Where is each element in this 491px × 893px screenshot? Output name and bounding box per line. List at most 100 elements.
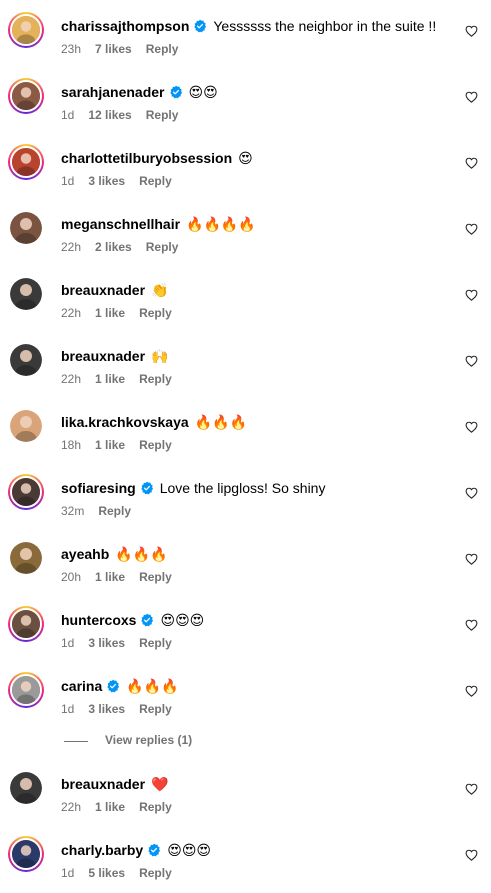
avatar[interactable] <box>8 12 44 48</box>
reply-button[interactable]: Reply <box>139 866 172 880</box>
avatar[interactable] <box>8 836 44 872</box>
reply-button[interactable]: Reply <box>139 174 172 188</box>
comment-text: 😍😍😍 <box>160 612 205 628</box>
like-heart-icon[interactable] <box>465 783 478 795</box>
avatar[interactable] <box>10 344 42 376</box>
like-heart-icon[interactable] <box>465 619 478 631</box>
comment-text: 👏 <box>151 282 169 298</box>
comment-timestamp: 20h <box>61 570 82 584</box>
comment-meta: 22h 1 like Reply <box>61 305 186 321</box>
reply-button[interactable]: Reply <box>146 240 179 254</box>
comment-meta: 22h 1 like Reply <box>61 371 186 387</box>
like-heart-icon[interactable] <box>465 849 478 861</box>
like-heart-icon[interactable] <box>465 157 478 169</box>
username-link[interactable]: breauxnader <box>61 774 145 794</box>
comment-row: charlottetilburyobsession 😍 1d 3 likes Reply <box>0 132 491 198</box>
like-heart-icon[interactable] <box>465 487 478 499</box>
username-link[interactable]: lika.krachkovskaya <box>61 412 189 432</box>
comment-meta: 1d 3 likes Reply <box>61 635 186 651</box>
avatar[interactable] <box>10 542 42 574</box>
likes-count[interactable]: 5 likes <box>88 866 125 880</box>
view-replies-row[interactable]: View replies (1) <box>0 726 491 758</box>
avatar[interactable] <box>10 410 42 442</box>
like-heart-icon[interactable] <box>465 223 478 235</box>
reply-button[interactable]: Reply <box>139 438 172 452</box>
likes-count[interactable]: 12 likes <box>88 108 131 122</box>
verified-badge-icon <box>169 85 183 99</box>
likes-count[interactable]: 3 likes <box>88 702 125 716</box>
likes-count[interactable]: 3 likes <box>88 636 125 650</box>
username-link[interactable]: charly.barby <box>61 840 143 860</box>
username-link[interactable]: charlottetilburyobsession <box>61 148 232 168</box>
reply-button[interactable]: Reply <box>98 504 131 518</box>
comment-body: lika.krachkovskaya 🔥🔥🔥 <box>61 412 247 432</box>
comment-timestamp: 32m <box>61 504 85 518</box>
comment-timestamp: 22h <box>61 800 82 814</box>
avatar[interactable] <box>8 144 44 180</box>
avatar[interactable] <box>8 672 44 708</box>
comment-text: ❤️ <box>151 776 169 792</box>
comment-text: 🔥🔥🔥 <box>194 414 247 430</box>
username-link[interactable]: charissajthompson <box>61 16 189 36</box>
comment-row: breauxnader 🙌 22h 1 like Reply <box>0 330 491 396</box>
comment-text: 😍😍 <box>188 84 218 100</box>
likes-count[interactable]: 1 like <box>95 306 125 320</box>
avatar[interactable] <box>10 772 42 804</box>
avatar[interactable] <box>10 212 42 244</box>
comment-meta: 32m Reply <box>61 503 145 519</box>
likes-count[interactable]: 1 like <box>95 800 125 814</box>
likes-count[interactable]: 2 likes <box>95 240 132 254</box>
avatar[interactable] <box>8 474 44 510</box>
like-heart-icon[interactable] <box>465 91 478 103</box>
like-heart-icon[interactable] <box>465 553 478 565</box>
username-link[interactable]: breauxnader <box>61 280 145 300</box>
username-link[interactable]: ayeahb <box>61 544 109 564</box>
likes-count[interactable]: 3 likes <box>88 174 125 188</box>
avatar[interactable] <box>8 78 44 114</box>
reply-button[interactable]: Reply <box>139 306 172 320</box>
reply-button[interactable]: Reply <box>139 800 172 814</box>
username-link[interactable]: breauxnader <box>61 346 145 366</box>
comment-text: Yessssss the neighbor in the suite !! <box>213 18 437 34</box>
reply-button[interactable]: Reply <box>139 702 172 716</box>
avatar-image <box>10 476 42 508</box>
comment-row: huntercoxs 😍😍😍 1d 3 likes Reply <box>0 594 491 660</box>
verified-badge-icon <box>106 679 120 693</box>
likes-count[interactable]: 1 like <box>95 438 125 452</box>
avatar-image <box>10 838 42 870</box>
username-link[interactable]: sarahjanenader <box>61 82 165 102</box>
reply-button[interactable]: Reply <box>139 372 172 386</box>
comment-body: breauxnader 👏 <box>61 280 168 300</box>
comment-timestamp: 1d <box>61 702 75 716</box>
like-heart-icon[interactable] <box>465 421 478 433</box>
reply-button[interactable]: Reply <box>146 42 179 56</box>
username-link[interactable]: sofiaresing <box>61 478 136 498</box>
like-heart-icon[interactable] <box>465 355 478 367</box>
username-link[interactable]: meganschnellhair <box>61 214 180 234</box>
like-heart-icon[interactable] <box>465 289 478 301</box>
comment-body: breauxnader ❤️ <box>61 774 168 794</box>
username-link[interactable]: carina <box>61 676 102 696</box>
comment-timestamp: 23h <box>61 42 82 56</box>
like-heart-icon[interactable] <box>465 25 478 37</box>
avatar[interactable] <box>10 278 42 310</box>
comment-row: charly.barby 😍😍😍 1d 5 likes Reply <box>0 824 491 890</box>
comments-group: charissajthompson Yessssss the neighbor i… <box>0 0 491 726</box>
reply-button[interactable]: Reply <box>146 108 179 122</box>
view-replies-button[interactable]: View replies (1) <box>105 732 192 748</box>
comment-meta: 18h 1 like Reply <box>61 437 186 453</box>
reply-button[interactable]: Reply <box>139 570 172 584</box>
username-link[interactable]: huntercoxs <box>61 610 136 630</box>
like-heart-icon[interactable] <box>465 685 478 697</box>
comment-row: breauxnader 👏 22h 1 like Reply <box>0 264 491 330</box>
comment-text: 🔥🔥🔥 <box>115 546 168 562</box>
likes-count[interactable]: 1 like <box>95 372 125 386</box>
reply-button[interactable]: Reply <box>139 636 172 650</box>
likes-count[interactable]: 1 like <box>95 570 125 584</box>
view-replies-divider <box>64 741 88 742</box>
comment-timestamp: 1d <box>61 108 75 122</box>
avatar[interactable] <box>8 606 44 642</box>
comment-body: sarahjanenader 😍😍 <box>61 82 218 102</box>
likes-count[interactable]: 7 likes <box>95 42 132 56</box>
avatar-image <box>10 410 42 442</box>
